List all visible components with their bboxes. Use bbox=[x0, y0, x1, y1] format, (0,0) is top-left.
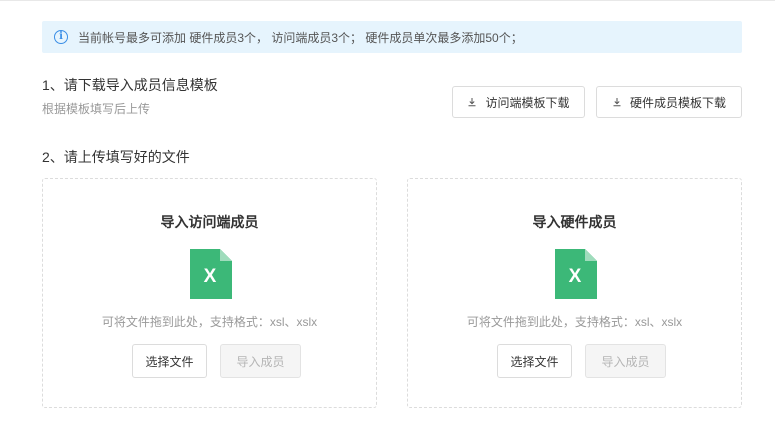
download-visitor-template-label: 访问端模板下载 bbox=[485, 95, 570, 110]
svg-text:X: X bbox=[569, 266, 582, 287]
panel-title: 导入硬件成员 bbox=[532, 214, 617, 230]
hardware-upload-dropzone[interactable]: 导入硬件成员 X 可将文件拖到此处，支持格式：xsl、xslx 选择文件 导入成… bbox=[407, 178, 742, 408]
download-icon bbox=[468, 98, 476, 107]
download-hardware-template-label: 硬件成员模板下载 bbox=[629, 95, 726, 110]
choose-file-button[interactable]: 选择文件 bbox=[497, 344, 572, 378]
import-members-button[interactable]: 导入成员 bbox=[585, 344, 666, 378]
import-members-button[interactable]: 导入成员 bbox=[220, 344, 301, 378]
step2-title: 2、请上传填写好的文件 bbox=[42, 149, 190, 165]
panel-title: 导入访问端成员 bbox=[160, 214, 259, 230]
info-icon: i bbox=[54, 30, 68, 44]
choose-file-button[interactable]: 选择文件 bbox=[132, 344, 207, 378]
download-visitor-template-button[interactable]: 访问端模板下载 bbox=[452, 86, 585, 118]
notice-text: 当前帐号最多可添加 硬件成员3个， 访问端成员3个； 硬件成员单次最多添加50个… bbox=[78, 30, 523, 45]
step1-subtitle: 根据模板填写后上传 bbox=[42, 102, 151, 116]
top-divider bbox=[0, 0, 775, 1]
drop-hint: 可将文件拖到此处，支持格式：xsl、xslx bbox=[101, 315, 318, 329]
drop-hint: 可将文件拖到此处，支持格式：xsl、xslx bbox=[466, 315, 683, 329]
visitor-upload-dropzone[interactable]: 导入访问端成员 X 可将文件拖到此处，支持格式：xsl、xslx 选择文件 导入… bbox=[42, 178, 377, 408]
notice-bar: i 当前帐号最多可添加 硬件成员3个， 访问端成员3个； 硬件成员单次最多添加5… bbox=[42, 21, 742, 53]
step1-title: 1、请下载导入成员信息模板 bbox=[42, 77, 218, 93]
excel-file-icon: X bbox=[190, 249, 232, 299]
excel-file-icon: X bbox=[555, 249, 597, 299]
download-icon bbox=[613, 98, 621, 107]
svg-text:X: X bbox=[204, 266, 217, 287]
download-hardware-template-button[interactable]: 硬件成员模板下载 bbox=[596, 86, 742, 118]
